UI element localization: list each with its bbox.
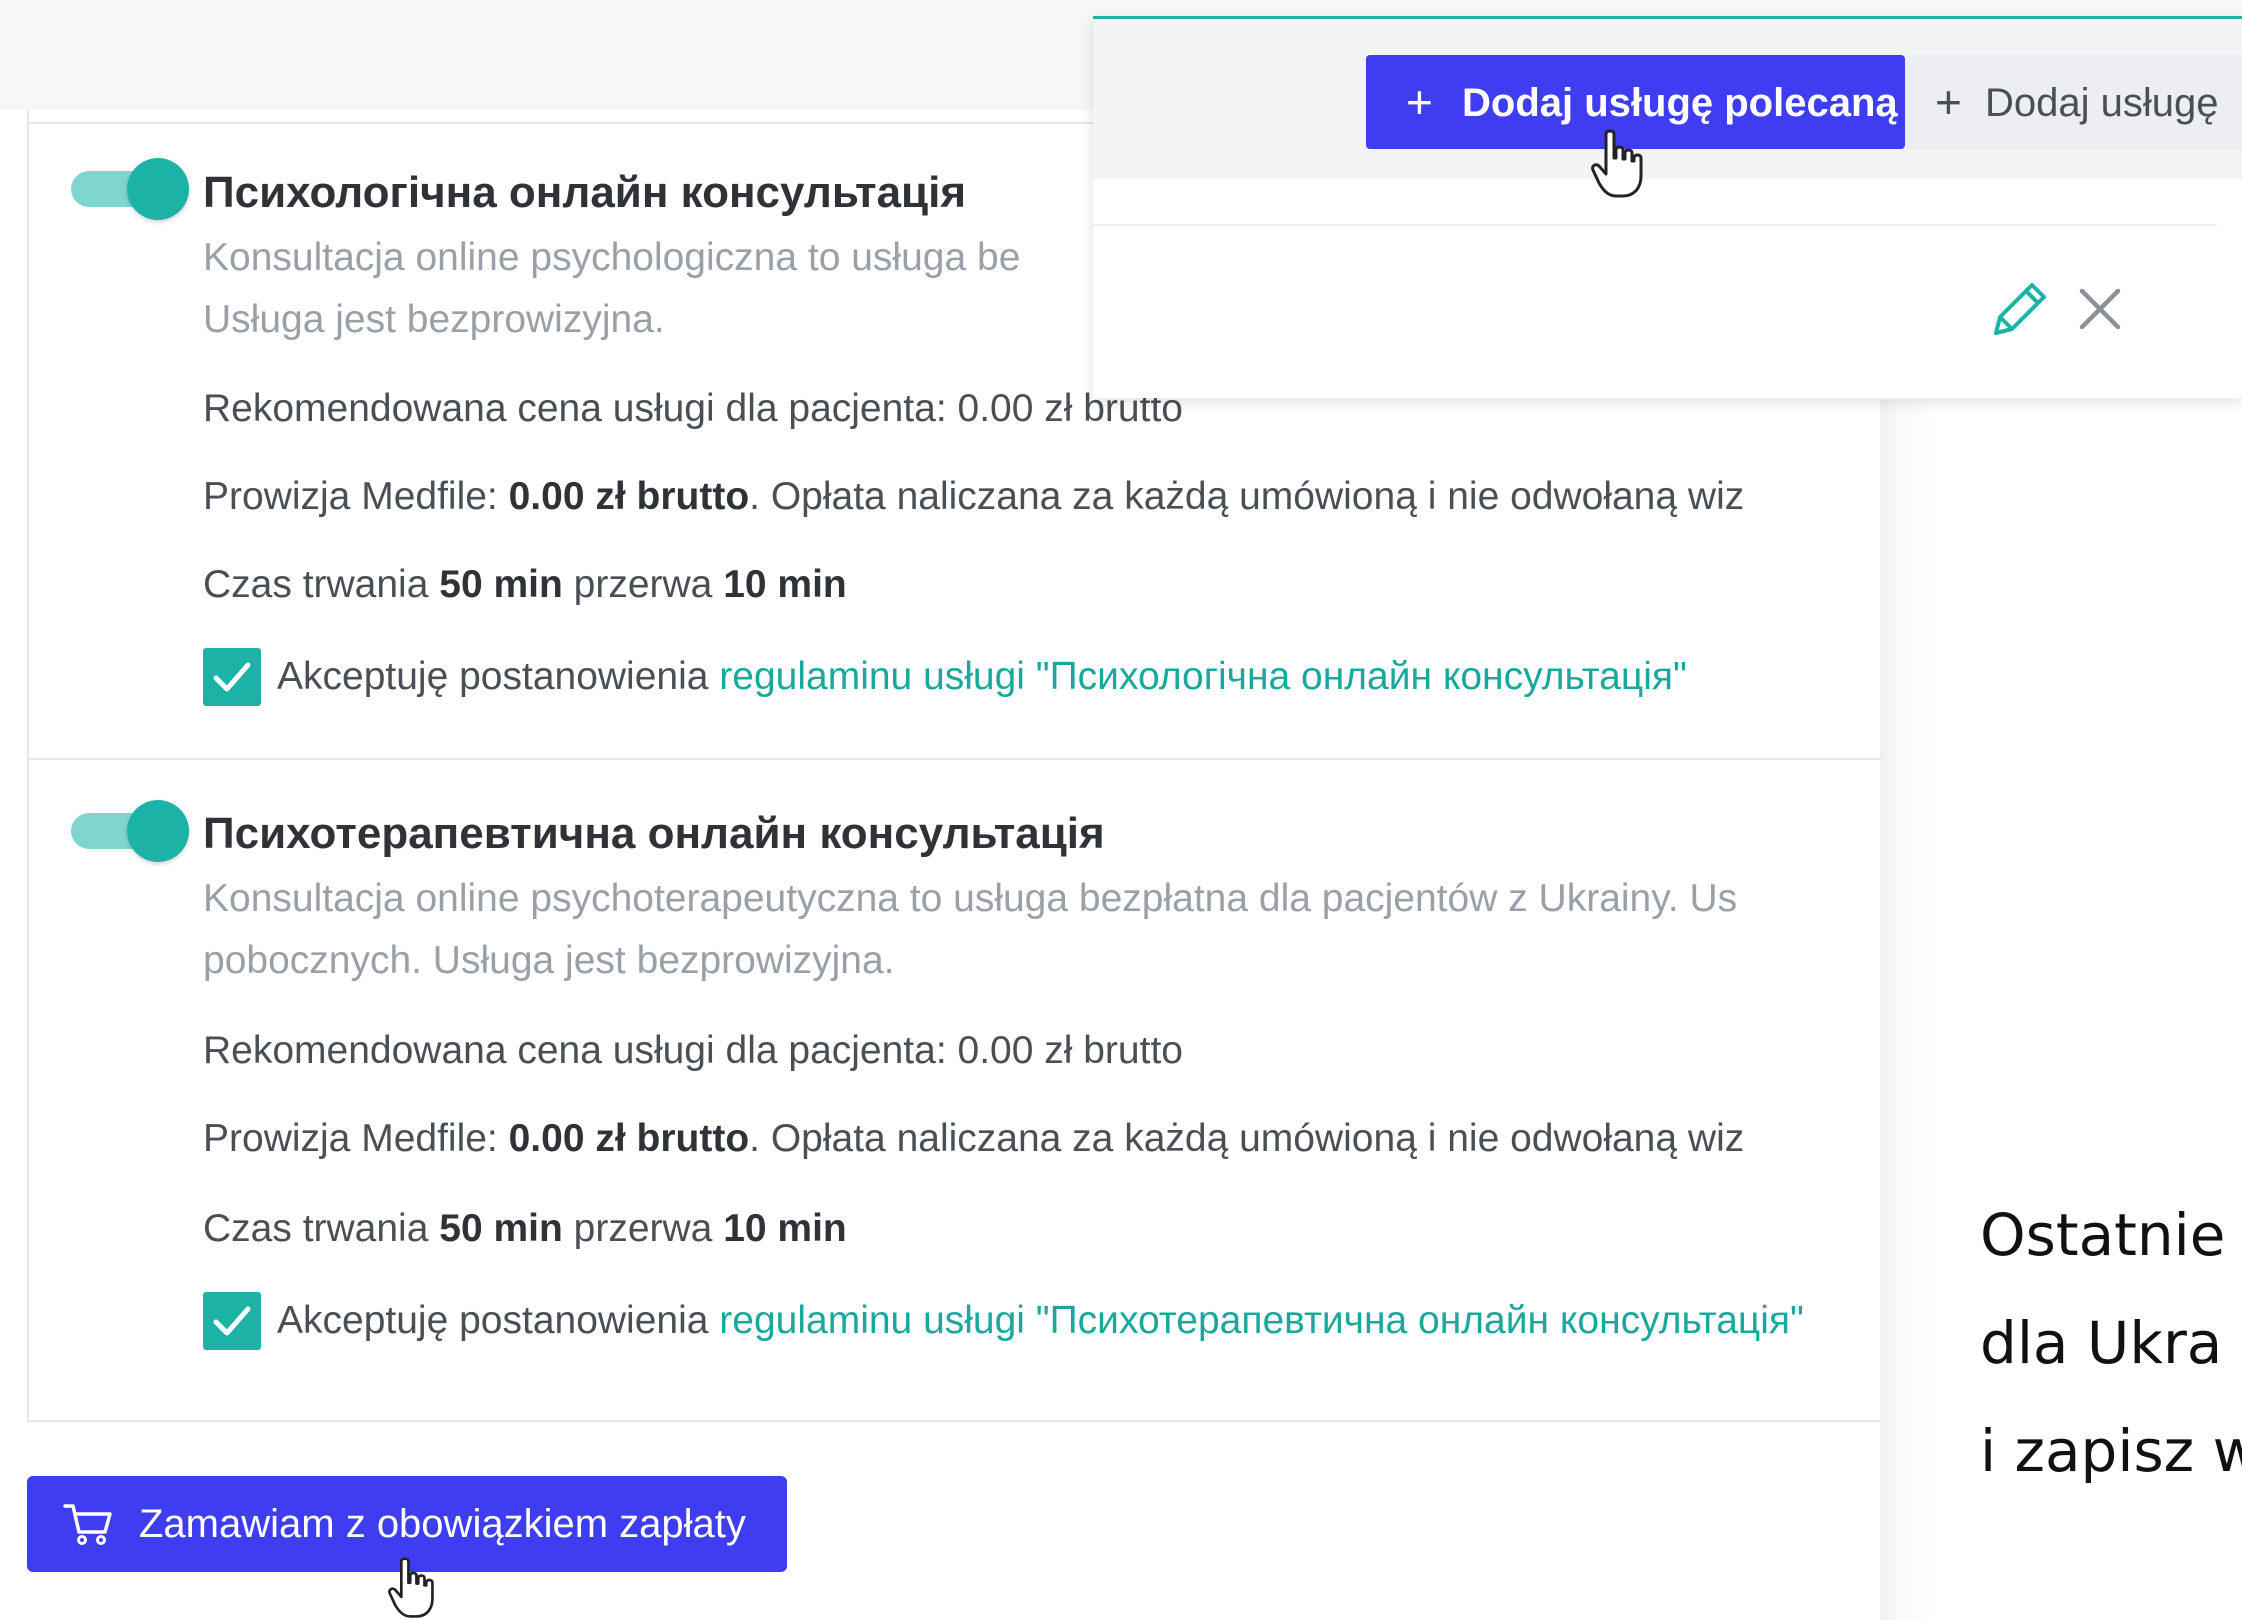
accept-terms-checkbox[interactable] — [203, 1292, 261, 1350]
recommended-price: Rekomendowana cena usługi dla pacjenta: … — [203, 387, 1183, 430]
accept-terms-checkbox[interactable] — [203, 648, 261, 706]
terms-link[interactable]: regulaminu usługi "Психологічна онлайн к… — [719, 655, 1687, 698]
service-description-line: pobocznych. Usługa jest bezprowizyjna. — [203, 939, 895, 982]
hand-pointer-icon — [388, 1557, 434, 1618]
checkmark-icon — [213, 1306, 251, 1336]
add-service-label: Dodaj usługę — [1985, 81, 2219, 125]
duration-info: Czas trwania 50 min przerwa 10 min — [203, 1207, 847, 1250]
accept-terms-text: Akceptuję postanowienia regulaminu usług… — [277, 1299, 1804, 1342]
order-button-label: Zamawiam z obowiązkiem zapłaty — [139, 1502, 746, 1546]
popup-divider — [1093, 224, 2217, 226]
close-icon[interactable] — [2078, 287, 2122, 331]
commission-info: Prowizja Medfile: 0.00 zł brutto. Opłata… — [203, 1117, 1745, 1160]
duration-info: Czas trwania 50 min przerwa 10 min — [203, 563, 847, 606]
plus-icon: + — [1935, 76, 1962, 128]
caption-line: dla Ukra — [1980, 1309, 2223, 1377]
service-title: Психотерапевтична онлайн консультація — [203, 809, 1105, 858]
service-description-line: Konsultacja online psychoterapeutyczna t… — [203, 877, 1738, 920]
add-service-popup: + Dodaj usługę polecaną + Dodaj usługę — [1093, 16, 2242, 398]
commission-info: Prowizja Medfile: 0.00 zł brutto. Opłata… — [203, 475, 1745, 518]
toggle-knob — [127, 800, 189, 862]
accept-terms-text: Akceptuję postanowienia regulaminu usług… — [277, 655, 1687, 698]
service-item: Психотерапевтична онлайн консультація Ko… — [29, 758, 1882, 1406]
pencil-icon[interactable] — [1986, 277, 2052, 343]
caption-line: i zapisz w — [1980, 1417, 2242, 1485]
service-toggle[interactable] — [71, 158, 191, 220]
service-title: Психологічна онлайн консультація — [203, 168, 966, 217]
plus-icon: + — [1406, 76, 1433, 128]
cart-icon — [63, 1504, 112, 1545]
terms-link[interactable]: regulaminu usługi "Психотерапевтична онл… — [719, 1299, 1804, 1342]
add-service-button[interactable]: + Dodaj usługę — [1905, 55, 2242, 149]
recommended-price: Rekomendowana cena usługi dla pacjenta: … — [203, 1029, 1183, 1072]
service-toggle[interactable] — [71, 800, 191, 862]
caption-line: Ostatnie — [1980, 1201, 2226, 1269]
hand-pointer-icon — [1591, 129, 1643, 198]
toggle-knob — [127, 158, 189, 220]
add-recommended-label: Dodaj usługę polecaną — [1462, 81, 1898, 125]
checkmark-icon — [213, 662, 251, 692]
